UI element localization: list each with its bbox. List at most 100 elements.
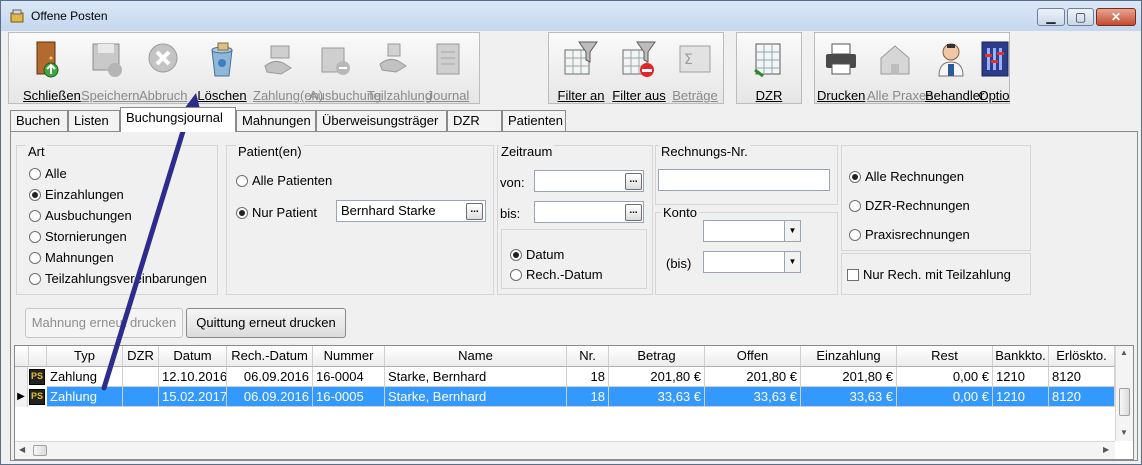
scroll-down-icon[interactable]: ▼ [1120,428,1128,437]
abbruch-button[interactable]: Abbruch [139,36,187,103]
journal-button[interactable]: Journal [423,36,473,103]
speichern-button[interactable]: Speichern [81,36,140,103]
konto-title: Konto [661,205,699,220]
header-name[interactable]: Name [385,346,567,367]
header-icon [29,346,47,367]
filter-an-button[interactable]: Filter an [553,36,609,103]
header-bankkto[interactable]: Bankkto. [993,346,1049,367]
header-rech-datum[interactable]: Rech.-Datum [227,346,313,367]
tab-mahnungen[interactable]: Mahnungen [236,110,316,131]
tab-listen[interactable]: Listen [68,110,120,131]
header-betrag[interactable]: Betrag [609,346,705,367]
filter-aus-button[interactable]: Filter aus [611,36,667,103]
toolbar: Schließen Speichern Abbruch Löschen Zahl… [8,32,1136,106]
header-typ[interactable]: Typ [47,346,123,367]
cell-rest: 0,00 € [897,387,993,407]
app-icon [10,9,24,23]
writeoff-icon [321,47,350,75]
app-window: Offene Posten ▁ ▢ ✕ Schließen Speichern … [0,0,1142,465]
cell-nummer: 16-0004 [313,367,385,387]
minimize-button[interactable]: ▁ [1037,8,1065,26]
table-row[interactable]: PS Zahlung 12.10.2016 06.09.2016 16-0004… [15,367,1117,387]
svg-text:Σ: Σ [684,52,693,68]
konto-bis-label: (bis) [666,256,692,271]
bis-date-picker-button[interactable]: ... [625,204,642,221]
horizontal-scrollbar[interactable]: ◀ ▶ [15,441,1115,459]
header-erloeskto[interactable]: Erlöskto. [1049,346,1115,367]
cancel-icon [148,43,178,73]
cell-datum: 15.02.2017 [159,387,227,407]
header-rest[interactable]: Rest [897,346,993,367]
scroll-up-icon[interactable]: ▲ [1120,348,1128,357]
trash-icon [211,42,233,77]
cell-name: Starke, Bernhard [385,367,567,387]
quittung-erneut-drucken-button[interactable]: Quittung erneut drucken [186,308,346,338]
filter-off-icon [622,41,656,77]
mahnung-erneut-drucken-button[interactable]: Mahnung erneut drucken [25,308,183,338]
optio-button[interactable]: Optio [977,36,1011,103]
vertical-scroll-thumb[interactable] [1119,388,1130,416]
buchungsjournal-panel: Art Alle Einzahlungen Ausbuchungen Storn… [10,131,1138,461]
header-datum[interactable]: Datum [159,346,227,367]
table-header: Typ DZR Datum Rech.-Datum Nummer Name Nr… [15,346,1117,367]
betraege-button[interactable]: Σ Beträge [669,36,721,103]
dzr-button[interactable]: DZR [741,36,797,103]
header-offen[interactable]: Offen [705,346,801,367]
von-date-picker-button[interactable]: ... [625,173,642,190]
toolbar-group-filter: Filter an Filter aus Σ Beträge [548,32,724,104]
header-nr[interactable]: Nr. [567,346,609,367]
tab-strip: Buchen Listen Buchungsjournal Mahnungen … [10,107,1138,132]
konto-to-dropdown-icon[interactable]: ▼ [784,252,800,272]
cell-offen: 33,63 € [705,387,801,407]
tab-buchungsjournal[interactable]: Buchungsjournal [120,107,236,132]
vertical-scrollbar[interactable]: ▲ ▼ [1115,346,1133,441]
window-title: Offene Posten [31,9,108,23]
cell-nr: 18 [567,387,609,407]
door-exit-icon [36,41,59,78]
teilzahlung-button[interactable]: Teilzahlung [367,36,432,103]
tab-patienten[interactable]: Patienten [502,110,566,131]
loeschen-button[interactable]: Löschen [197,36,247,103]
cell-einzahlung: 201,80 € [801,367,897,387]
nur-teilzahlung-checkbox[interactable] [847,269,859,281]
row-marker [15,367,28,387]
tab-dzr[interactable]: DZR [447,110,502,131]
tab-ueberweisungstraeger[interactable]: Überweisungsträger [316,110,447,131]
art-title: Art [26,144,47,159]
schliessen-button[interactable]: Schließen [23,36,81,103]
ausbuchung-button[interactable]: Ausbuchung [309,36,381,103]
konto-to-combo[interactable]: ▼ [703,251,801,273]
close-window-button[interactable]: ✕ [1096,8,1136,26]
nur-teilzahlung-label: Nur Rech. mit Teilzahlung [863,267,1011,282]
konto-from-dropdown-icon[interactable]: ▼ [784,221,800,241]
header-dzr[interactable]: DZR [123,346,159,367]
save-icon [92,43,122,77]
cell-bankkto: 1210 [993,367,1049,387]
horizontal-scroll-thumb[interactable] [33,445,47,456]
doctor-icon [938,43,964,77]
patient-name-field[interactable]: Bernhard Starke [336,200,486,222]
maximize-button[interactable]: ▢ [1067,8,1094,26]
scroll-right-icon[interactable]: ▶ [1103,445,1109,454]
zahlungen-button[interactable]: Zahlung(en) [253,36,323,103]
patient-browse-button[interactable]: ... [466,203,483,220]
zeitraum-title: Zeitraum [499,144,555,159]
rechnungsnr-field[interactable] [658,169,830,191]
scroll-left-icon[interactable]: ◀ [19,445,25,454]
tab-buchen[interactable]: Buchen [10,110,68,131]
drucken-button[interactable]: Drucken [817,36,865,103]
alle-praxen-button[interactable]: Alle Praxen [867,36,933,103]
header-einzahlung[interactable]: Einzahlung [801,346,897,367]
behandler-button[interactable]: Behandler [925,36,984,103]
konto-from-combo[interactable]: ▼ [703,220,801,242]
cell-dzr [123,367,159,387]
rechnungsnr-title: Rechnungs-Nr. [659,144,750,159]
table-row-selected[interactable]: ▶ PS Zahlung 15.02.2017 06.09.2016 16-00… [15,387,1117,407]
cell-einzahlung: 33,63 € [801,387,897,407]
header-nummer[interactable]: Nummer [313,346,385,367]
cell-nummer: 16-0005 [313,387,385,407]
filter-on-icon [564,41,598,75]
cell-rech-datum: 06.09.2016 [227,387,313,407]
von-label: von: [500,175,525,190]
bis-label: bis: [500,206,521,221]
